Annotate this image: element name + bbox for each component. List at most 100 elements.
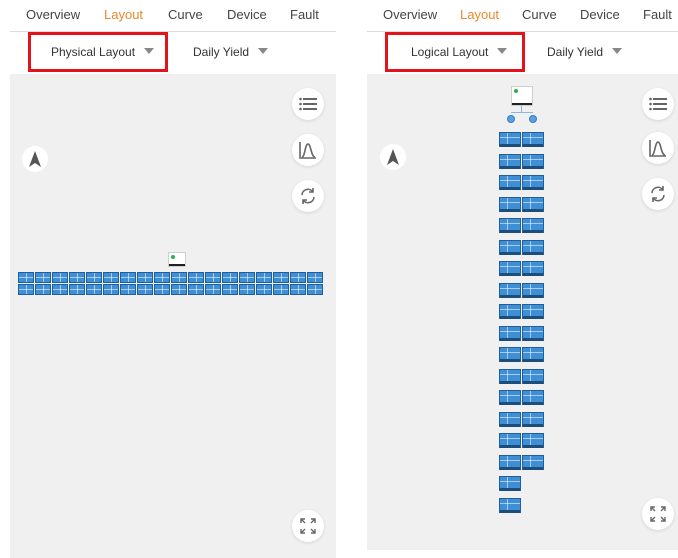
solar-panel[interactable] <box>290 272 306 283</box>
tab-fault[interactable]: Fault <box>643 7 672 22</box>
solar-panel[interactable] <box>137 272 153 283</box>
solar-panel[interactable] <box>522 261 544 276</box>
solar-panel[interactable] <box>256 272 272 283</box>
solar-panel[interactable] <box>499 175 521 190</box>
solar-panel[interactable] <box>522 197 544 212</box>
solar-panel[interactable] <box>154 272 170 283</box>
tab-fault[interactable]: Fault <box>290 7 319 22</box>
inverter[interactable] <box>168 252 186 267</box>
solar-panel[interactable] <box>120 284 136 295</box>
solar-panel[interactable] <box>499 154 521 169</box>
layout-type-dropdown[interactable]: Physical Layout <box>51 45 155 59</box>
solar-panel[interactable] <box>171 272 187 283</box>
tab-curve[interactable]: Curve <box>168 7 203 22</box>
curve-icon[interactable] <box>292 134 324 166</box>
metric-dropdown[interactable]: Daily Yield <box>193 45 269 59</box>
solar-panel[interactable] <box>52 284 68 295</box>
list-icon[interactable] <box>292 88 324 120</box>
compass-icon[interactable] <box>380 144 406 170</box>
solar-panel[interactable] <box>239 284 255 295</box>
solar-panel[interactable] <box>522 132 544 147</box>
solar-panel[interactable] <box>120 272 136 283</box>
solar-panel[interactable] <box>499 412 521 427</box>
solar-panel[interactable] <box>522 390 544 405</box>
refresh-icon[interactable] <box>642 178 674 210</box>
solar-panel[interactable] <box>103 284 119 295</box>
solar-panel[interactable] <box>522 154 544 169</box>
solar-panel[interactable] <box>86 272 102 283</box>
layout-canvas[interactable] <box>367 74 678 550</box>
layout-canvas[interactable] <box>10 74 336 558</box>
solar-panel[interactable] <box>499 390 521 405</box>
tab-layout[interactable]: Layout <box>104 7 143 22</box>
tab-overview[interactable]: Overview <box>383 7 437 22</box>
solar-panel[interactable] <box>188 272 204 283</box>
solar-panel[interactable] <box>499 304 521 319</box>
solar-panel[interactable] <box>18 272 34 283</box>
solar-panel[interactable] <box>222 284 238 295</box>
solar-panel[interactable] <box>69 284 85 295</box>
list-icon[interactable] <box>642 88 674 120</box>
solar-panel[interactable] <box>522 455 544 470</box>
solar-panel[interactable] <box>499 283 521 298</box>
string-connector[interactable] <box>507 115 515 123</box>
solar-panel[interactable] <box>522 240 544 255</box>
tab-device[interactable]: Device <box>227 7 267 22</box>
tab-overview[interactable]: Overview <box>26 7 80 22</box>
solar-panel[interactable] <box>499 476 521 491</box>
solar-panel[interactable] <box>307 284 323 295</box>
inverter[interactable] <box>511 86 533 106</box>
solar-panel[interactable] <box>86 284 102 295</box>
solar-panel[interactable] <box>307 272 323 283</box>
solar-panel[interactable] <box>499 261 521 276</box>
solar-panel[interactable] <box>522 326 544 341</box>
solar-panel[interactable] <box>137 284 153 295</box>
solar-panel[interactable] <box>69 272 85 283</box>
solar-panel[interactable] <box>499 369 521 384</box>
solar-panel[interactable] <box>188 284 204 295</box>
tab-curve[interactable]: Curve <box>522 7 557 22</box>
solar-panel[interactable] <box>522 218 544 233</box>
solar-panel[interactable] <box>499 433 521 448</box>
layout-type-dropdown[interactable]: Logical Layout <box>411 45 508 59</box>
solar-panel[interactable] <box>52 272 68 283</box>
solar-panel[interactable] <box>205 284 221 295</box>
fullscreen-icon[interactable] <box>642 498 674 530</box>
solar-panel[interactable] <box>499 326 521 341</box>
solar-panel[interactable] <box>522 347 544 362</box>
solar-panel[interactable] <box>256 284 272 295</box>
solar-panel[interactable] <box>499 132 521 147</box>
solar-panel[interactable] <box>499 218 521 233</box>
solar-panel[interactable] <box>290 284 306 295</box>
string-connector[interactable] <box>529 115 537 123</box>
solar-panel[interactable] <box>522 283 544 298</box>
solar-panel[interactable] <box>499 347 521 362</box>
refresh-icon[interactable] <box>292 180 324 212</box>
solar-panel[interactable] <box>522 304 544 319</box>
solar-panel[interactable] <box>205 272 221 283</box>
fullscreen-icon[interactable] <box>292 510 324 542</box>
solar-panel[interactable] <box>499 240 521 255</box>
solar-panel[interactable] <box>103 272 119 283</box>
curve-icon[interactable] <box>642 132 674 164</box>
solar-panel[interactable] <box>273 284 289 295</box>
tab-device[interactable]: Device <box>580 7 620 22</box>
solar-panel[interactable] <box>499 197 521 212</box>
metric-dropdown[interactable]: Daily Yield <box>547 45 623 59</box>
solar-panel[interactable] <box>239 272 255 283</box>
solar-panel[interactable] <box>154 284 170 295</box>
solar-panel[interactable] <box>35 284 51 295</box>
solar-panel[interactable] <box>522 433 544 448</box>
compass-icon[interactable] <box>22 146 48 172</box>
solar-panel[interactable] <box>273 272 289 283</box>
solar-panel[interactable] <box>522 175 544 190</box>
tab-layout[interactable]: Layout <box>460 7 499 22</box>
solar-panel[interactable] <box>499 498 521 513</box>
solar-panel[interactable] <box>499 455 521 470</box>
solar-panel[interactable] <box>18 284 34 295</box>
solar-panel[interactable] <box>522 369 544 384</box>
solar-panel[interactable] <box>522 412 544 427</box>
solar-panel[interactable] <box>35 272 51 283</box>
solar-panel[interactable] <box>222 272 238 283</box>
solar-panel[interactable] <box>171 284 187 295</box>
